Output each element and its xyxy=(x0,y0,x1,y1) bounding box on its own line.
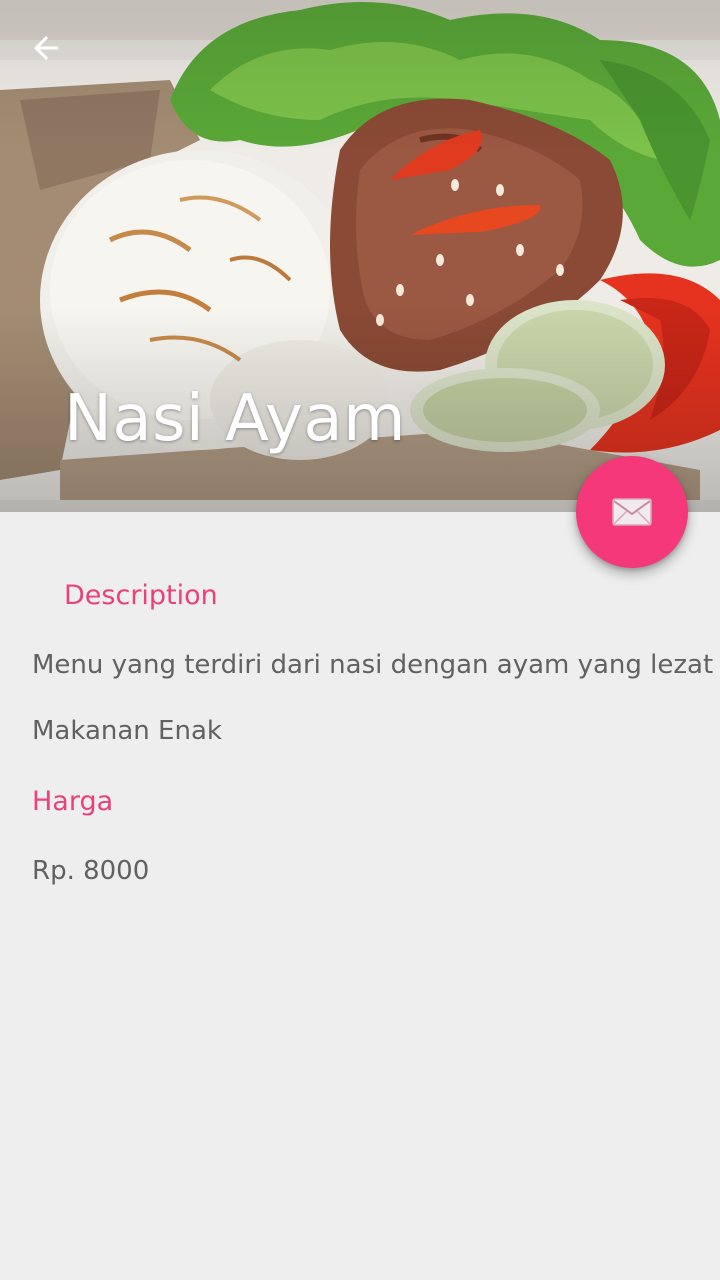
category-text: Makanan Enak xyxy=(32,716,222,746)
description-text: Menu yang terdiri dari nasi dengan ayam … xyxy=(32,650,714,680)
send-message-button[interactable] xyxy=(576,456,688,568)
hero-image: Nasi Ayam xyxy=(0,0,720,512)
price-text: Rp. 8000 xyxy=(32,856,150,886)
arrow-left-icon xyxy=(34,36,58,60)
back-button[interactable] xyxy=(28,30,84,86)
description-heading: Description xyxy=(64,580,218,611)
envelope-icon xyxy=(612,498,652,526)
page-title: Nasi Ayam xyxy=(64,382,406,456)
price-heading: Harga xyxy=(32,786,114,817)
